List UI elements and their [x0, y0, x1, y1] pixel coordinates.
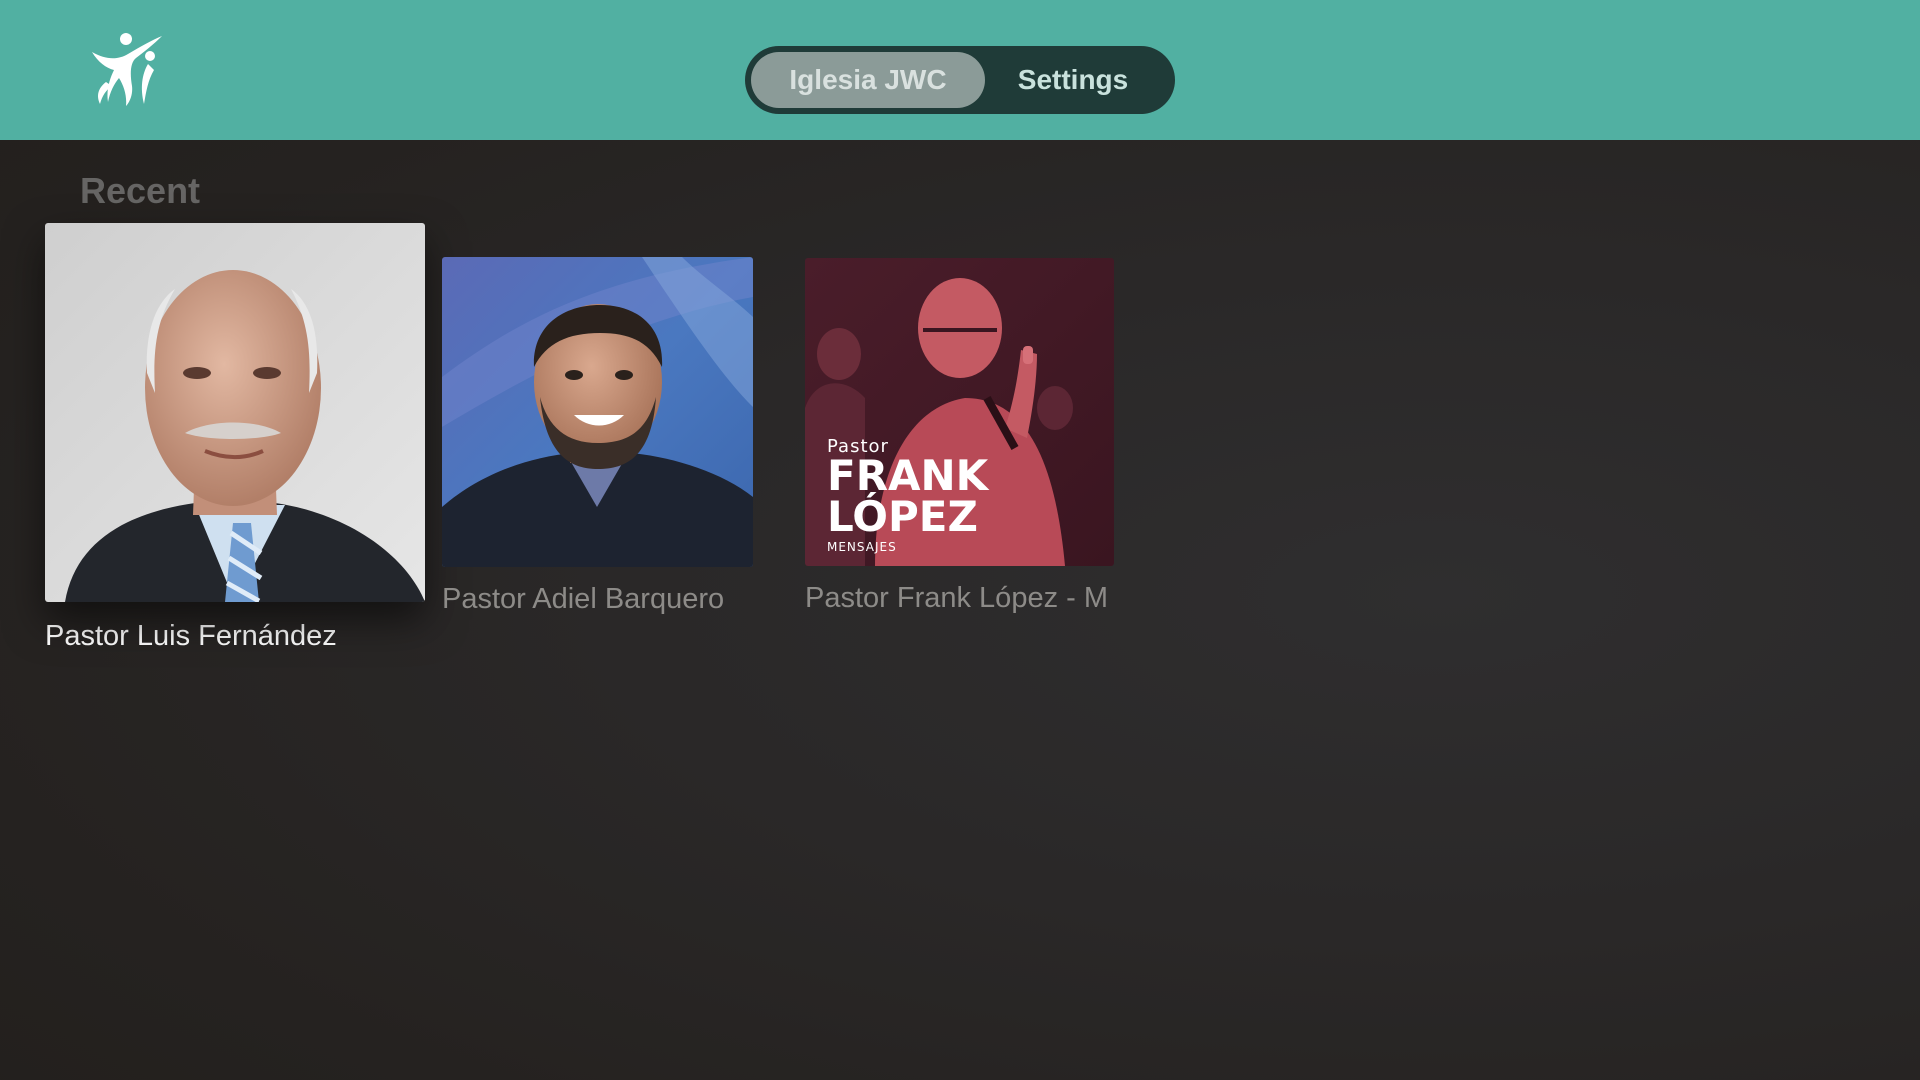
top-tab-bar: Iglesia JWC Settings — [745, 46, 1175, 114]
tab-iglesia-jwc[interactable]: Iglesia JWC — [751, 52, 985, 108]
podcast-card-adiel-barquero[interactable]: Pastor Adiel Barquero — [442, 257, 753, 616]
iglesia-jwc-logo-icon — [86, 30, 166, 110]
top-bar: Iglesia JWC Settings — [0, 0, 1920, 140]
podcast-artwork-adiel-barquero — [442, 257, 753, 567]
tab-iglesia-jwc-label: Iglesia JWC — [789, 64, 947, 95]
podcast-card-luis-fernandez[interactable]: Pastor Luis Fernández — [45, 223, 425, 653]
podcast-card-frank-lopez[interactable]: Pastor FRANK LÓPEZ MENSAJES Pastor Frank… — [805, 258, 1114, 615]
podcast-caption-frank-lopez: Pastor Frank López - M — [805, 582, 1108, 614]
tab-settings-label: Settings — [1017, 64, 1129, 95]
tab-settings[interactable]: Settings — [985, 52, 1161, 108]
recent-section-title: Recent — [80, 170, 201, 211]
podcast-caption-adiel-barquero: Pastor Adiel Barquero — [442, 583, 725, 615]
frank-artwork-line3: LÓPEZ — [827, 492, 978, 541]
podcast-caption-luis-fernandez: Pastor Luis Fernández — [45, 620, 337, 652]
podcast-artwork-luis-fernandez — [45, 223, 425, 602]
frank-artwork-line4: MENSAJES — [827, 540, 897, 554]
podcast-artwork-frank-lopez: Pastor FRANK LÓPEZ MENSAJES — [805, 258, 1114, 566]
